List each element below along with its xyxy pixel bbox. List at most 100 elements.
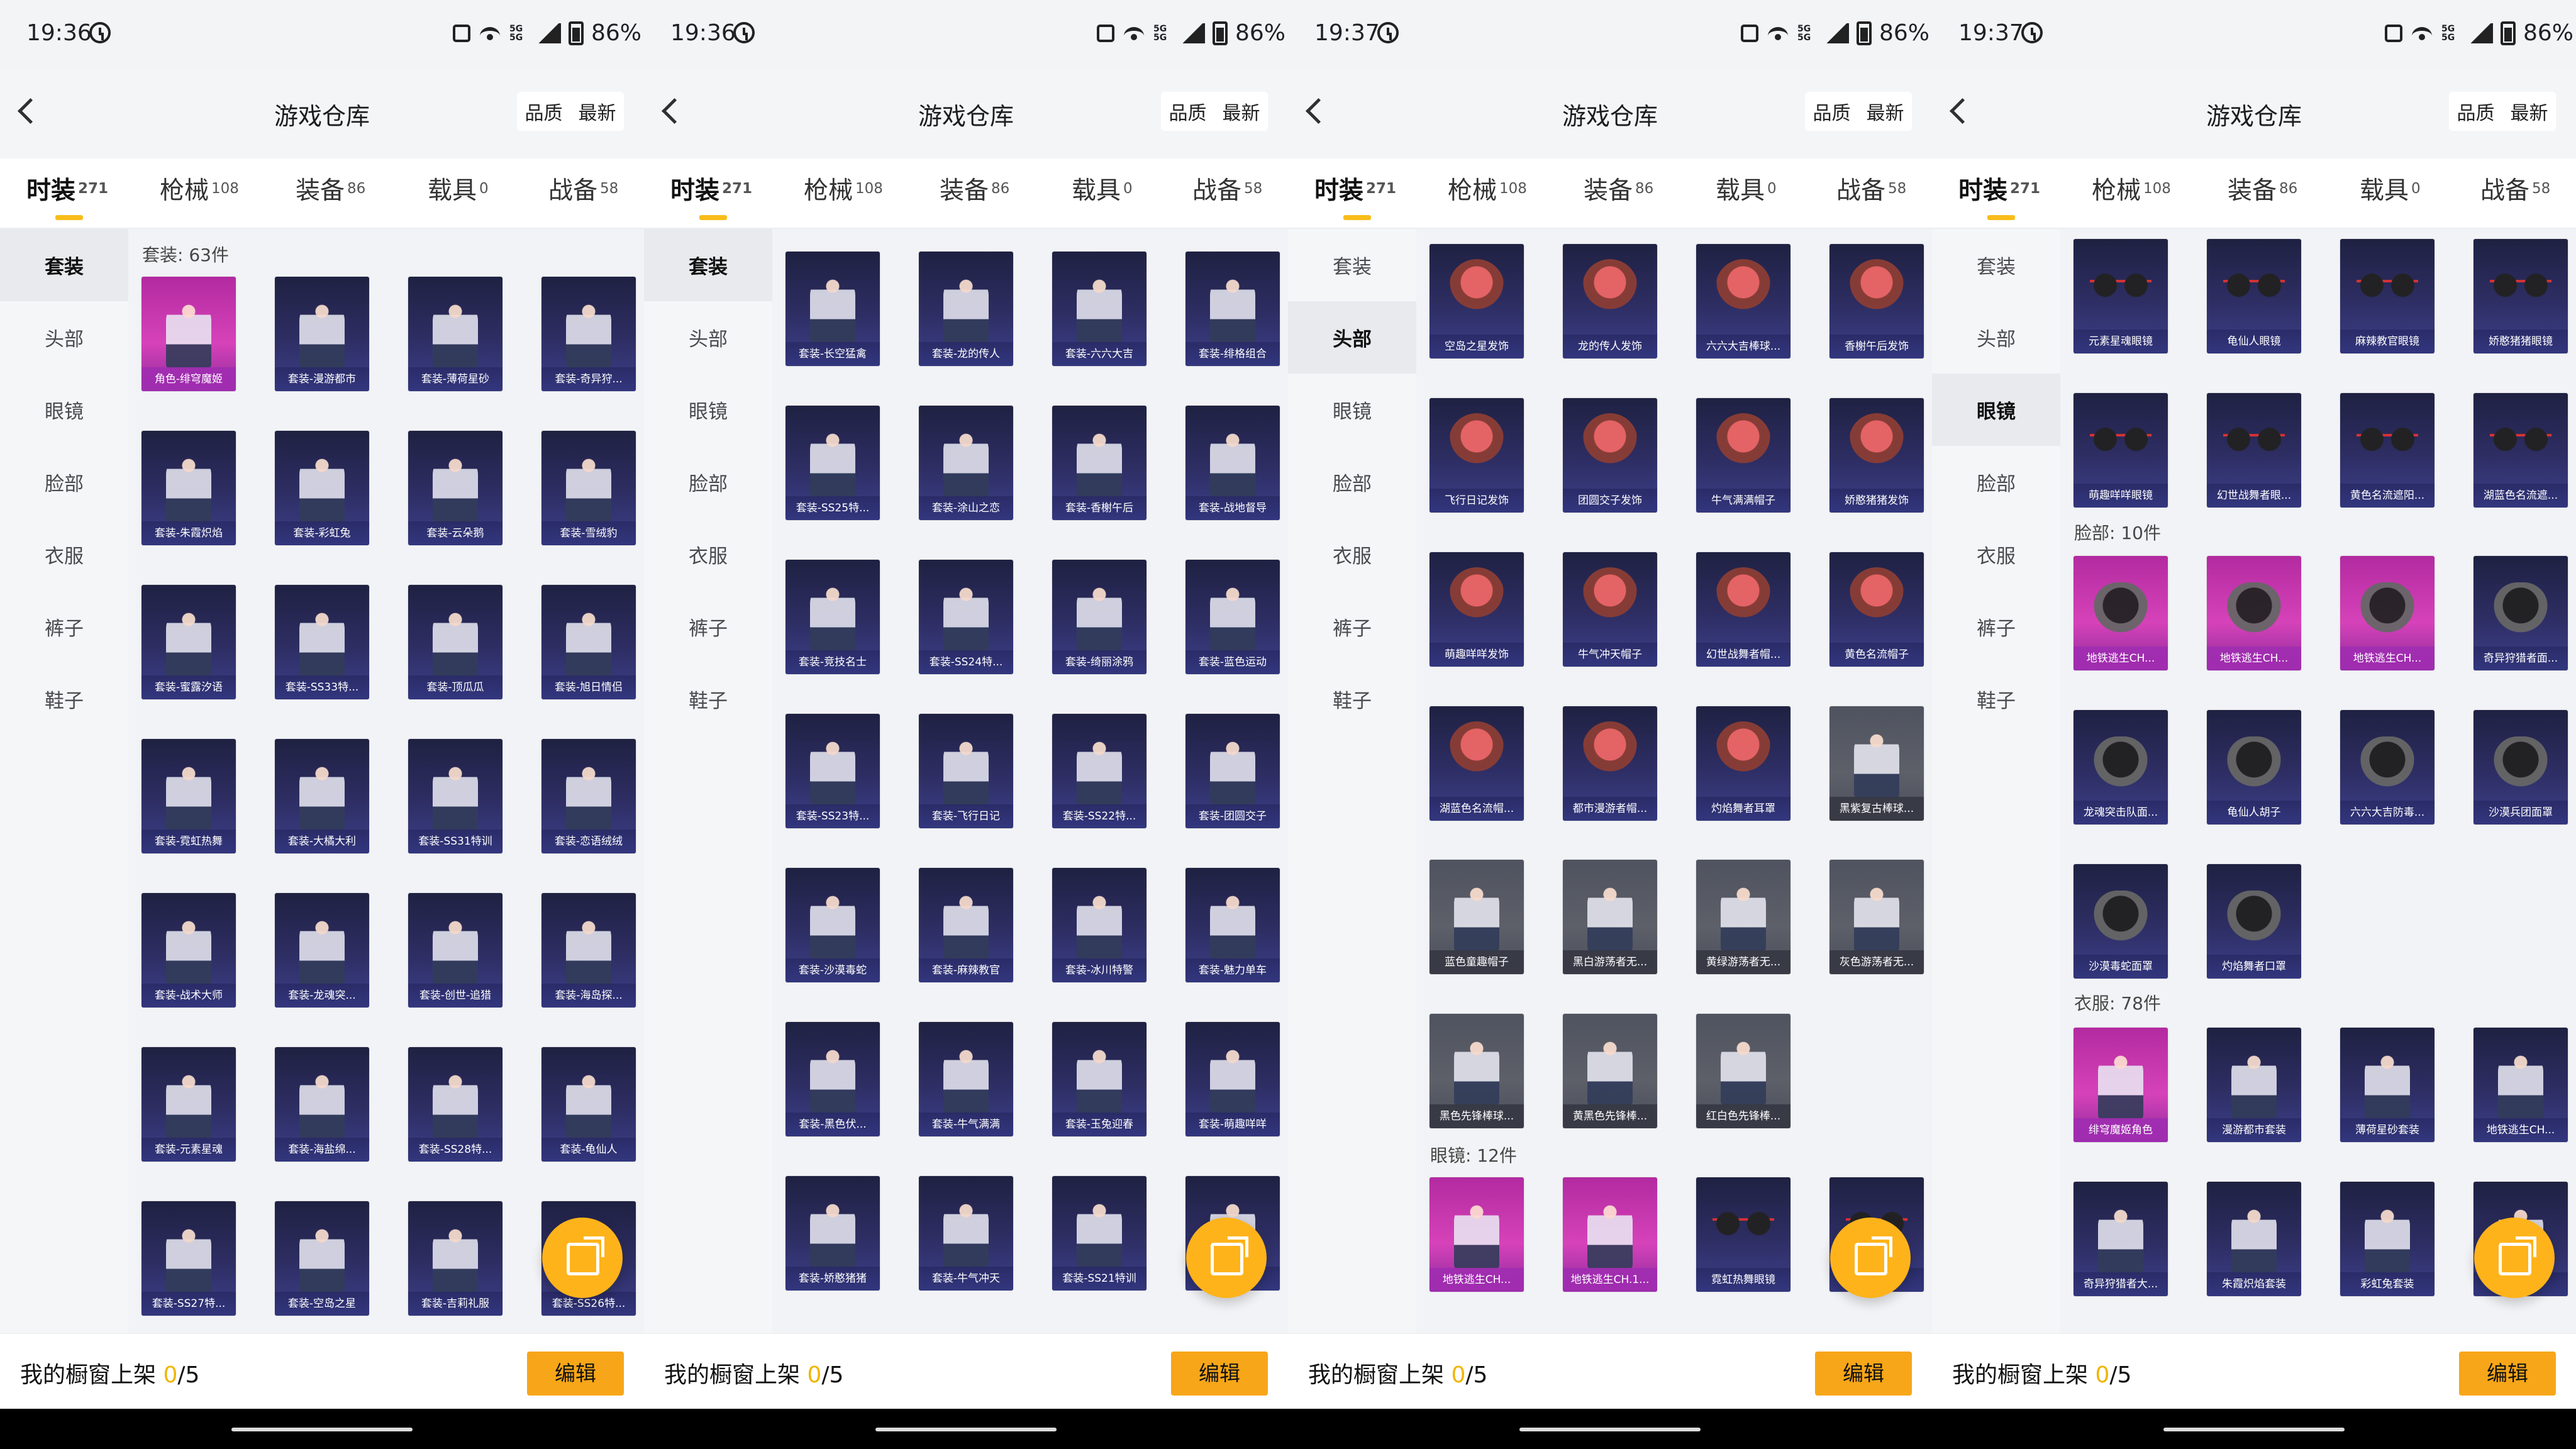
home-indicator[interactable]	[644, 1409, 1288, 1449]
item-card[interactable]: 套装-恋语绒绒	[541, 739, 636, 853]
tab-vehicles[interactable]: 载具 0	[428, 174, 489, 209]
side-item-face[interactable]: 脸部	[1932, 446, 2060, 518]
item-card[interactable]: 套装-绯格组合	[1185, 252, 1280, 366]
item-card[interactable]: 幻世战舞者帽...	[1696, 552, 1790, 667]
item-card[interactable]: 彩虹兔套装	[2340, 1182, 2434, 1296]
side-item-clothes[interactable]: 衣服	[0, 518, 128, 591]
home-indicator[interactable]	[0, 1409, 644, 1449]
tab-fashion[interactable]: 时装 271	[1314, 174, 1396, 220]
item-card[interactable]: 黑白游荡者无...	[1563, 860, 1657, 974]
item-card[interactable]: 套装-漫游都市	[275, 277, 369, 391]
sort-latest-button[interactable]: 最新	[579, 97, 616, 125]
item-card[interactable]: 套装-香榭午后	[1052, 406, 1146, 520]
item-card[interactable]: 灼焰舞者口罩	[2207, 864, 2301, 979]
tab-fashion[interactable]: 时装 271	[670, 174, 752, 220]
item-card[interactable]: 龟仙人眼镜	[2207, 239, 2301, 353]
tab-battle-prep[interactable]: 战备 58	[1192, 174, 1262, 209]
item-card[interactable]: 地铁逃生CH...	[2340, 556, 2434, 670]
item-card[interactable]: 龙的传人发饰	[1563, 244, 1657, 358]
item-card[interactable]: 套装-薄荷星砂	[408, 277, 502, 391]
item-card[interactable]: 牛气满满帽子	[1696, 398, 1790, 513]
tab-fashion[interactable]: 时装 271	[26, 174, 108, 220]
item-card[interactable]: 六六大吉防毒...	[2340, 710, 2434, 824]
item-card[interactable]: 套装-蓝色运动	[1185, 560, 1280, 674]
item-card[interactable]: 套装-冰川特警	[1052, 868, 1146, 982]
item-card[interactable]: 霓虹热舞眼镜	[1696, 1177, 1790, 1292]
item-card[interactable]: 套装-龙魂突...	[275, 893, 369, 1008]
item-card[interactable]: 地铁逃生CH...	[2207, 556, 2301, 670]
item-card[interactable]: 都市漫游者帽...	[1563, 706, 1657, 821]
share-button[interactable]	[2474, 1218, 2555, 1298]
item-card[interactable]: 套装-玉兔迎春	[1052, 1022, 1146, 1136]
item-card[interactable]: 套装-六六大吉	[1052, 252, 1146, 366]
item-card[interactable]: 黑色先锋棒球...	[1430, 1014, 1524, 1128]
item-card[interactable]: 套装-团圆交子	[1185, 714, 1280, 828]
item-card[interactable]: 龟仙人胡子	[2207, 710, 2301, 824]
sort-latest-button[interactable]: 最新	[1223, 97, 1260, 125]
sort-quality-button[interactable]: 品质	[525, 97, 563, 125]
item-card[interactable]: 萌趣咩咩眼镜	[2074, 393, 2168, 508]
edit-button[interactable]: 编辑	[2459, 1352, 2556, 1396]
tab-vehicles[interactable]: 载具 0	[1072, 174, 1133, 209]
item-card[interactable]: 娇憨猪猪发饰	[1829, 398, 1924, 513]
edit-button[interactable]: 编辑	[1815, 1352, 1912, 1396]
side-item-pants[interactable]: 裤子	[1932, 591, 2060, 663]
item-card[interactable]: 套装-大橘大利	[275, 739, 369, 853]
item-card[interactable]: 套装-海盐绵...	[275, 1047, 369, 1162]
item-card[interactable]: 套装-雪绒豹	[541, 431, 636, 545]
item-card[interactable]: 套装-牛气满满	[919, 1022, 1013, 1136]
item-card[interactable]: 套装-SS27特...	[142, 1201, 236, 1316]
side-item-shoes[interactable]: 鞋子	[1932, 663, 2060, 735]
item-card[interactable]: 套装-战术大师	[142, 893, 236, 1008]
side-item-head[interactable]: 头部	[0, 301, 128, 374]
item-card[interactable]: 沙漠兵团面罩	[2473, 710, 2568, 824]
item-card[interactable]: 黄色名流遮阳...	[2340, 393, 2434, 508]
item-card[interactable]: 套装-龙的传人	[919, 252, 1013, 366]
sort-quality-button[interactable]: 品质	[1813, 97, 1851, 125]
item-card[interactable]: 娇憨猪猪眼镜	[2473, 239, 2568, 353]
item-card[interactable]: 龙魂突击队面...	[2074, 710, 2168, 824]
tab-guns[interactable]: 枪械 108	[160, 174, 239, 209]
item-card[interactable]: 套装-彩虹兔	[275, 431, 369, 545]
item-card[interactable]: 地铁逃生CH.1...	[1563, 1177, 1657, 1292]
side-item-head[interactable]: 头部	[644, 301, 772, 374]
item-card[interactable]: 套装-涂山之恋	[919, 406, 1013, 520]
item-card[interactable]: 沙漠毒蛇面罩	[2074, 864, 2168, 979]
side-item-face[interactable]: 脸部	[644, 446, 772, 518]
side-item-pants[interactable]: 裤子	[644, 591, 772, 663]
item-card[interactable]: 套装-飞行日记	[919, 714, 1013, 828]
tab-equipment[interactable]: 装备 86	[940, 174, 1009, 209]
home-indicator[interactable]	[1288, 1409, 1932, 1449]
tab-equipment[interactable]: 装备 86	[1584, 174, 1653, 209]
item-card[interactable]: 黄黑色先锋棒...	[1563, 1014, 1657, 1128]
share-button[interactable]	[1830, 1218, 1911, 1298]
item-card[interactable]: 牛气冲天帽子	[1563, 552, 1657, 667]
item-card[interactable]: 地铁逃生CH...	[1430, 1177, 1524, 1292]
tab-equipment[interactable]: 装备 86	[2228, 174, 2297, 209]
tab-vehicles[interactable]: 载具 0	[2360, 174, 2421, 209]
item-card[interactable]: 灰色游荡者无...	[1829, 860, 1924, 974]
share-button[interactable]	[1186, 1218, 1267, 1298]
item-card[interactable]: 套装-SS21特训	[1052, 1176, 1146, 1291]
tab-equipment[interactable]: 装备 86	[296, 174, 365, 209]
item-card[interactable]: 地铁逃生CH...	[2074, 556, 2168, 670]
item-card[interactable]: 团圆交子发饰	[1563, 398, 1657, 513]
side-item-glasses[interactable]: 眼镜	[0, 374, 128, 446]
side-item-clothes[interactable]: 衣服	[1932, 518, 2060, 591]
item-card[interactable]: 湖蓝色名流遮...	[2473, 393, 2568, 508]
item-card[interactable]: 地铁逃生CH...	[2473, 1028, 2568, 1142]
item-card[interactable]: 套装-黑色伏...	[786, 1022, 880, 1136]
side-item-face[interactable]: 脸部	[0, 446, 128, 518]
edit-button[interactable]: 编辑	[527, 1352, 624, 1396]
item-card[interactable]: 绯穹魔姬角色	[2074, 1028, 2168, 1142]
side-item-shoes[interactable]: 鞋子	[1288, 663, 1416, 735]
item-card[interactable]: 套装-云朵鹅	[408, 431, 502, 545]
side-item-pants[interactable]: 裤子	[1288, 591, 1416, 663]
side-item-head[interactable]: 头部	[1932, 301, 2060, 374]
tab-battle-prep[interactable]: 战备 58	[548, 174, 618, 209]
tab-guns[interactable]: 枪械 108	[2092, 174, 2171, 209]
tab-battle-prep[interactable]: 战备 58	[1836, 174, 1906, 209]
tab-guns[interactable]: 枪械 108	[804, 174, 883, 209]
item-card[interactable]: 元素星魂眼镜	[2074, 239, 2168, 353]
item-card[interactable]: 套装-SS25特...	[786, 406, 880, 520]
